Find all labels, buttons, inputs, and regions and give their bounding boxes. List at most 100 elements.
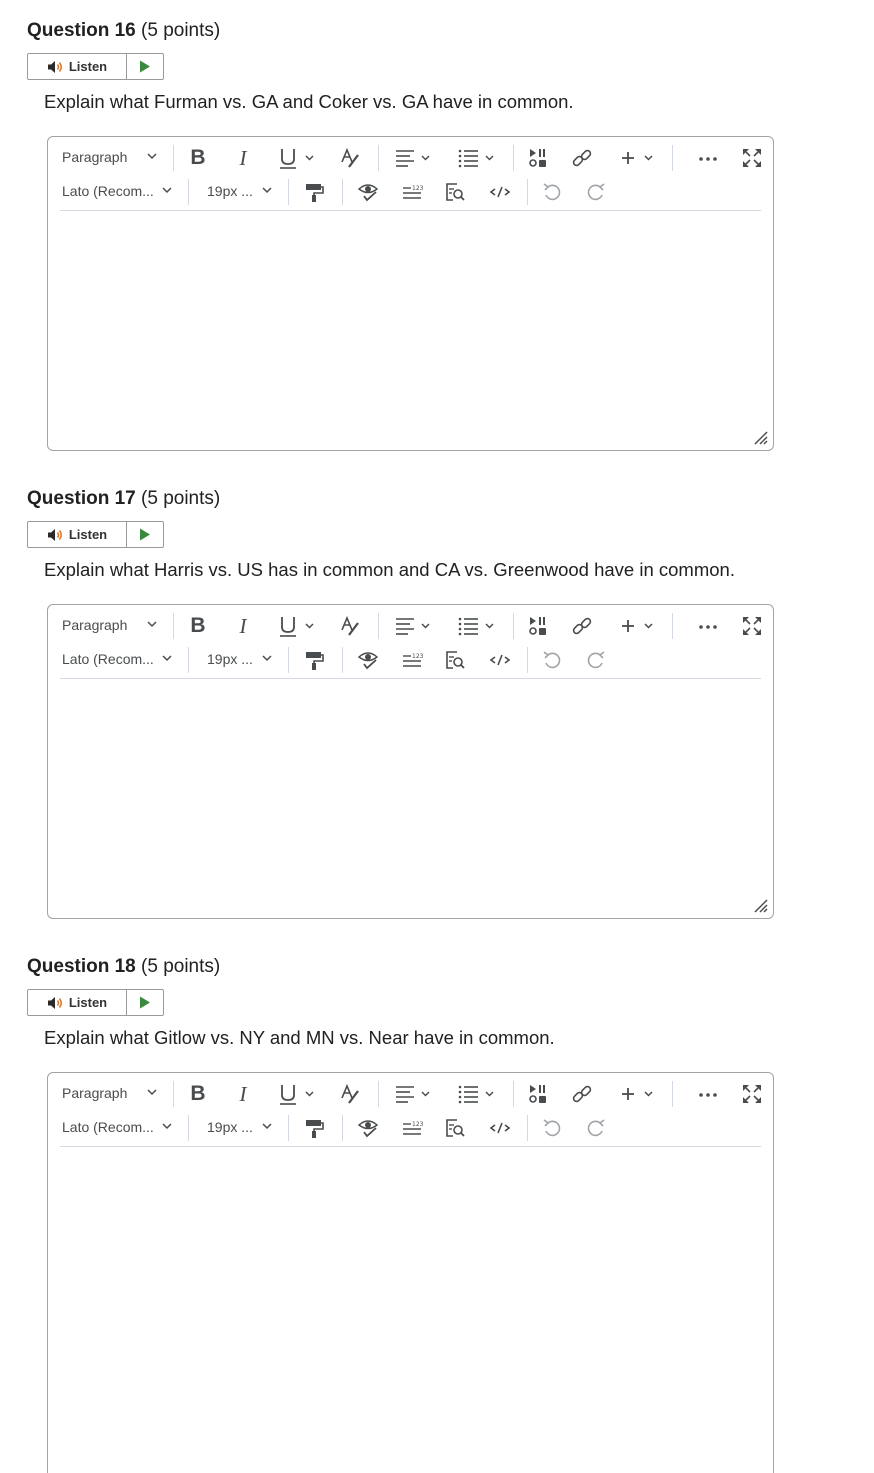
more-actions-button[interactable] (696, 146, 720, 170)
preview-button[interactable] (443, 180, 467, 204)
word-count-button[interactable]: 123 (400, 180, 424, 204)
question-17: Question 17 (5 points) Listen Explain wh… (0, 468, 874, 936)
play-button[interactable] (127, 522, 163, 547)
chevron-down-icon (162, 187, 172, 194)
toolbar-separator (288, 647, 289, 673)
accessibility-check-button[interactable] (356, 180, 380, 204)
insert-stuff-button[interactable] (618, 614, 660, 638)
fullscreen-button[interactable] (740, 1082, 764, 1106)
editor-content-area[interactable] (60, 1153, 761, 1453)
undo-button[interactable] (540, 180, 564, 204)
underline-button[interactable] (278, 146, 318, 170)
text-color-icon (341, 615, 359, 636)
link-icon (572, 617, 592, 635)
accessibility-checker-icon (357, 652, 379, 670)
text-color-button[interactable] (338, 146, 362, 170)
resize-handle-icon[interactable] (753, 430, 769, 446)
block-format-select[interactable]: Paragraph (62, 616, 127, 634)
bold-button[interactable]: B (186, 146, 210, 170)
fullscreen-button[interactable] (740, 146, 764, 170)
play-button[interactable] (127, 990, 163, 1015)
word-count-button[interactable]: 123 (400, 1116, 424, 1140)
italic-button[interactable]: I (231, 146, 255, 170)
word-count-button[interactable]: 123 (400, 648, 424, 672)
listen-label: Listen (68, 995, 108, 1010)
format-painter-button[interactable] (302, 180, 326, 204)
undo-button[interactable] (540, 648, 564, 672)
insert-stuff-button[interactable] (618, 146, 660, 170)
fullscreen-button[interactable] (740, 614, 764, 638)
source-code-button[interactable] (488, 1116, 512, 1140)
more-actions-button[interactable] (696, 1082, 720, 1106)
list-button[interactable] (457, 146, 499, 170)
listen-button[interactable]: Listen (28, 54, 127, 79)
underline-button[interactable] (278, 1082, 318, 1106)
media-icon (529, 1085, 546, 1103)
rich-text-editor[interactable]: Paragraph B I Lato (Recom... 19px ... 12… (47, 136, 774, 451)
more-actions-button[interactable] (696, 614, 720, 638)
chevron-down-icon (147, 621, 157, 628)
font-size-select[interactable]: 19px ... (207, 182, 253, 200)
insert-media-button[interactable] (526, 1082, 550, 1106)
toolbar-separator (188, 647, 189, 673)
font-family-select[interactable]: Lato (Recom... (62, 182, 154, 200)
bold-button[interactable]: B (186, 614, 210, 638)
source-code-button[interactable] (488, 180, 512, 204)
block-format-select[interactable]: Paragraph (62, 1084, 127, 1102)
italic-button[interactable]: I (231, 1082, 255, 1106)
source-code-button[interactable] (488, 648, 512, 672)
chevron-down-icon (162, 655, 172, 662)
align-button[interactable] (394, 146, 436, 170)
insert-link-button[interactable] (570, 146, 594, 170)
editor-content-area[interactable] (60, 685, 761, 898)
list-button[interactable] (457, 614, 499, 638)
align-button[interactable] (394, 614, 436, 638)
text-color-button[interactable] (338, 1082, 362, 1106)
editor-content-area[interactable] (60, 217, 761, 430)
listen-button[interactable]: Listen (28, 990, 127, 1015)
font-size-select[interactable]: 19px ... (207, 1118, 253, 1136)
bold-button[interactable]: B (186, 1082, 210, 1106)
resize-handle-icon[interactable] (753, 898, 769, 914)
question-points: (5 points) (141, 20, 221, 41)
insert-media-button[interactable] (526, 146, 550, 170)
undo-button[interactable] (540, 1116, 564, 1140)
font-size-select[interactable]: 19px ... (207, 650, 253, 668)
accessibility-check-button[interactable] (356, 1116, 380, 1140)
block-format-select[interactable]: Paragraph (62, 148, 127, 166)
toolbar-divider (60, 210, 761, 211)
list-button[interactable] (457, 1082, 499, 1106)
question-text: Explain what Furman vs. GA and Coker vs.… (44, 91, 574, 112)
format-painter-button[interactable] (302, 648, 326, 672)
font-family-select[interactable]: Lato (Recom... (62, 1118, 154, 1136)
insert-media-button[interactable] (526, 614, 550, 638)
redo-button[interactable] (584, 180, 608, 204)
align-button[interactable] (394, 1082, 436, 1106)
format-painter-button[interactable] (302, 1116, 326, 1140)
question-16: Question 16 (5 points) Listen Explain wh… (0, 0, 874, 468)
redo-button[interactable] (584, 648, 608, 672)
preview-button[interactable] (443, 1116, 467, 1140)
accessibility-check-button[interactable] (356, 648, 380, 672)
undo-icon (543, 183, 561, 201)
italic-button[interactable]: I (231, 614, 255, 638)
media-icon (529, 149, 546, 167)
redo-button[interactable] (584, 1116, 608, 1140)
plus-icon (622, 1088, 653, 1100)
paint-roller-icon (306, 652, 324, 670)
preview-button[interactable] (443, 648, 467, 672)
toolbar-separator (378, 145, 379, 171)
toolbar-separator (672, 613, 673, 639)
rich-text-editor[interactable]: Paragraph B I Lato (Recom... 19px ... 12… (47, 604, 774, 919)
font-family-select[interactable]: Lato (Recom... (62, 650, 154, 668)
rich-text-editor[interactable]: Paragraph B I Lato (Recom... 19px ... 12… (47, 1072, 774, 1473)
insert-link-button[interactable] (570, 614, 594, 638)
listen-button[interactable]: Listen (28, 522, 127, 547)
insert-stuff-button[interactable] (618, 1082, 660, 1106)
question-text: Explain what Gitlow vs. NY and MN vs. Ne… (44, 1027, 555, 1048)
insert-link-button[interactable] (570, 1082, 594, 1106)
play-button[interactable] (127, 54, 163, 79)
underline-button[interactable] (278, 614, 318, 638)
text-color-button[interactable] (338, 614, 362, 638)
text-color-icon (341, 1083, 359, 1104)
